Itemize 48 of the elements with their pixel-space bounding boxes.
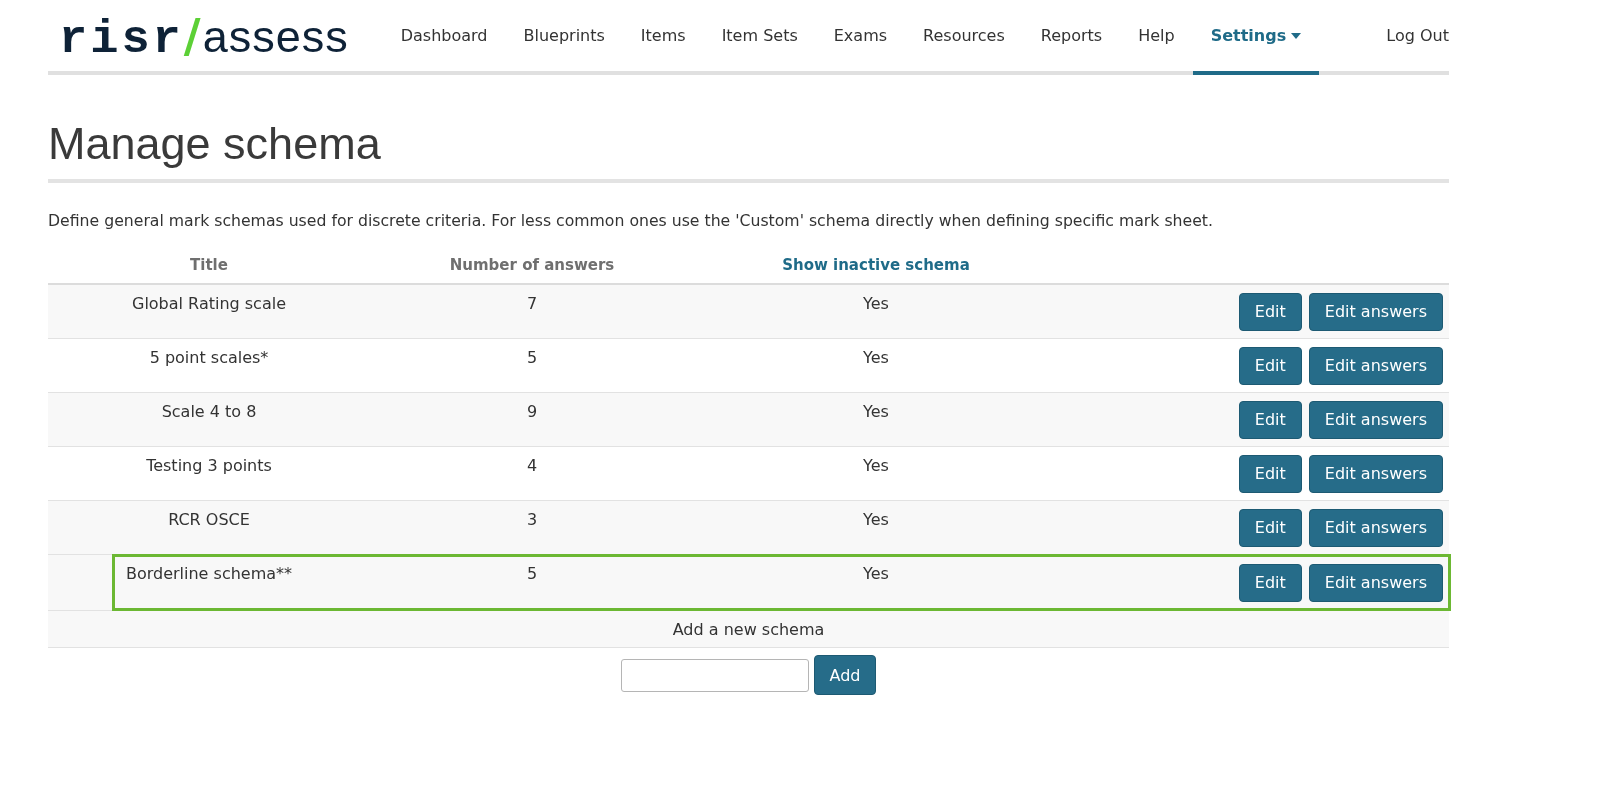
table-cell-text: 5 <box>526 347 538 369</box>
table-cell-text: Yes <box>863 509 889 531</box>
add-schema-label: Add a new schema <box>672 619 825 639</box>
edit-button[interactable]: Edit <box>1238 454 1302 493</box>
nav-link[interactable]: Items <box>622 0 704 75</box>
edit-button[interactable]: Edit <box>1238 346 1302 385</box>
table-cell-text: Yes <box>863 563 889 585</box>
column-header: Title <box>190 255 228 274</box>
edit-answers-button[interactable]: Edit answers <box>1308 508 1443 547</box>
table-cell-text: Testing 3 points <box>146 455 272 477</box>
edit-answers-button[interactable]: Edit answers <box>1308 346 1443 385</box>
nav-link[interactable]: Item Sets <box>703 0 816 75</box>
table-cell-text: 3 <box>526 509 538 531</box>
table-cell-text: 5 <box>526 563 538 585</box>
table-cell-text: Yes <box>863 401 889 423</box>
add-button[interactable]: Add <box>813 655 877 695</box>
nav-link[interactable]: Help <box>1120 0 1193 75</box>
table-cell-text: 5 point scales* <box>149 347 269 369</box>
column-header: Number of answers <box>449 255 615 274</box>
edit-answers-button[interactable]: Edit answers <box>1308 292 1443 331</box>
table-cell-text: RCR OSCE <box>168 509 250 531</box>
table-cell-text: Global Rating scale <box>132 293 286 315</box>
nav-link[interactable]: Dashboard <box>382 0 506 75</box>
nav-link[interactable]: Exams <box>815 0 906 75</box>
table-cell-text: 4 <box>526 455 538 477</box>
edit-answers-button[interactable]: Edit answers <box>1308 400 1443 439</box>
table-cell-text: 7 <box>526 293 538 315</box>
edit-button[interactable]: Edit <box>1238 508 1302 547</box>
logo[interactable]: risr/assess <box>59 12 349 63</box>
table-cell-text: 9 <box>526 401 538 423</box>
nav-link[interactable]: Blueprints <box>505 0 623 75</box>
table-cell-text: Yes <box>863 455 889 477</box>
nav-link[interactable]: Resources <box>905 0 1023 75</box>
table-cell-text: Borderline schema** <box>125 563 293 585</box>
new-schema-field[interactable] <box>620 658 809 692</box>
table-cell-text: Yes <box>863 347 889 369</box>
edit-answers-button[interactable]: Edit answers <box>1308 454 1443 493</box>
edit-answers-button[interactable]: Edit answers <box>1308 563 1443 602</box>
edit-button[interactable]: Edit <box>1238 292 1302 331</box>
table-cell-text: Yes <box>863 293 889 315</box>
logout-link[interactable]: Log Out <box>1386 26 1449 45</box>
table-cell-text: Scale 4 to 8 <box>161 401 257 423</box>
description-text: Define general mark schemas used for discrete criteria. For less common ones use the 'Custom' schema directly when defining specific mark sheet. <box>48 210 1214 232</box>
nav-link[interactable]: Settings <box>1192 0 1320 75</box>
page-title: Manage schema <box>48 117 1449 183</box>
edit-button[interactable]: Edit <box>1238 563 1302 602</box>
nav-link[interactable]: Reports <box>1022 0 1121 75</box>
edit-button[interactable]: Edit <box>1238 400 1302 439</box>
